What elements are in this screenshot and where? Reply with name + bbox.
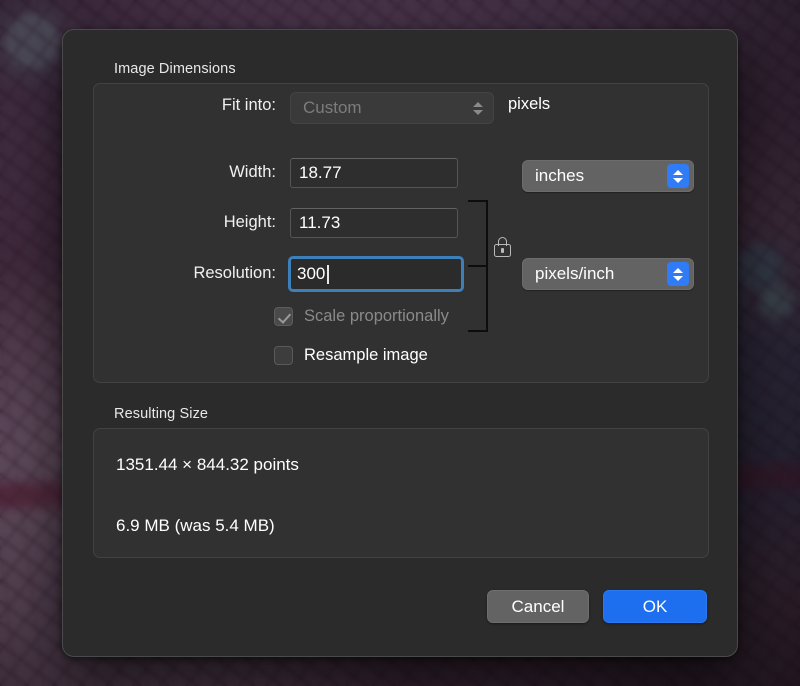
- ok-button-label: OK: [642, 596, 668, 616]
- size-unit-select[interactable]: inches: [522, 160, 694, 192]
- ok-button[interactable]: OK: [603, 590, 707, 623]
- height-label: Height:: [223, 213, 276, 231]
- resolution-label: Resolution:: [193, 264, 276, 282]
- width-value: 18.77: [299, 163, 342, 182]
- chevron-updown-icon: [467, 96, 489, 120]
- checkbox-empty-icon: [274, 346, 293, 365]
- fit-into-label: Fit into:: [221, 96, 276, 114]
- lock-icon: [494, 237, 511, 257]
- resolution-value: 300: [297, 264, 326, 283]
- scale-proportionally-label: Scale proportionally: [304, 307, 449, 325]
- resulting-dimensions-text: 1351.44 × 844.32 points: [116, 455, 299, 474]
- width-input[interactable]: 18.77: [290, 158, 458, 188]
- text-caret: [327, 264, 329, 284]
- height-value: 11.73: [299, 213, 341, 232]
- resolution-input[interactable]: 300: [288, 256, 464, 292]
- resample-image-label: Resample image: [304, 346, 428, 364]
- scale-proportionally-checkbox-row[interactable]: Scale proportionally: [274, 307, 449, 326]
- width-label: Width:: [229, 163, 276, 181]
- resulting-filesize-text: 6.9 MB (was 5.4 MB): [116, 516, 275, 535]
- checkmark-icon: [274, 307, 293, 326]
- size-unit-value: inches: [535, 166, 585, 185]
- resulting-size-group: 1351.44 × 844.32 points 6.9 MB (was 5.4 …: [93, 428, 709, 558]
- chevron-updown-icon: [667, 262, 689, 286]
- image-dimensions-dialog: Image Dimensions Fit into: Custom pixels…: [62, 29, 738, 657]
- chevron-updown-icon: [667, 164, 689, 188]
- resulting-size-section-title: Resulting Size: [114, 406, 209, 422]
- fit-into-value: Custom: [303, 98, 362, 117]
- height-input[interactable]: 11.73: [290, 208, 458, 238]
- cancel-button[interactable]: Cancel: [487, 590, 589, 623]
- resolution-unit-select[interactable]: pixels/inch: [522, 258, 694, 290]
- dimension-link-bracket: [468, 200, 490, 332]
- fit-into-unit-label: pixels: [508, 95, 551, 113]
- image-dimensions-section-title: Image Dimensions: [114, 61, 236, 77]
- image-dimensions-group: Fit into: Custom pixels Width: 18.77 Hei…: [93, 83, 709, 383]
- resolution-unit-value: pixels/inch: [535, 264, 615, 283]
- fit-into-select[interactable]: Custom: [290, 92, 494, 124]
- cancel-button-label: Cancel: [511, 596, 565, 616]
- resample-image-checkbox-row[interactable]: Resample image: [274, 346, 428, 365]
